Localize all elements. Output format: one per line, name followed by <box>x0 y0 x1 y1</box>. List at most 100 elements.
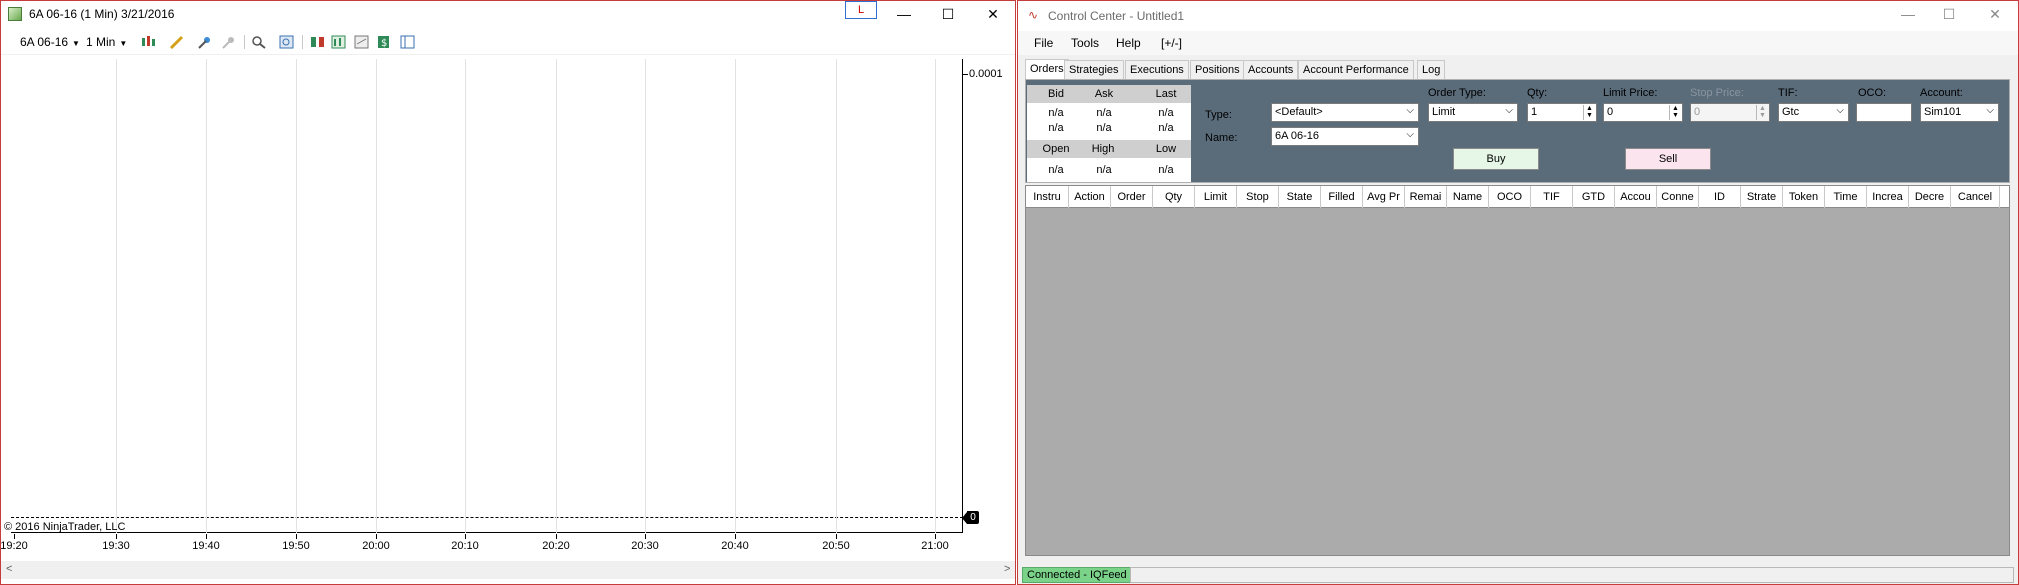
maximize-button[interactable]: ☐ <box>928 3 968 25</box>
tab-strategies[interactable]: Strategies <box>1064 60 1124 79</box>
account-select[interactable]: Sim101 ⌵ <box>1920 103 1999 122</box>
open-label: Open <box>1042 143 1070 155</box>
column-header[interactable]: Order <box>1111 186 1153 208</box>
bid-label: Bid <box>1048 88 1064 100</box>
column-header[interactable]: ID <box>1699 186 1741 208</box>
dollar-icon[interactable]: $ <box>376 34 392 50</box>
tab-account-performance[interactable]: Account Performance <box>1298 60 1414 79</box>
pin-icon[interactable] <box>197 34 213 50</box>
column-header[interactable]: Stop <box>1237 186 1279 208</box>
column-header[interactable]: Decre <box>1909 186 1951 208</box>
column-header[interactable]: GTD <box>1573 186 1615 208</box>
vertical-gridline <box>645 59 646 533</box>
column-header[interactable]: Time <box>1825 186 1867 208</box>
sell-button[interactable]: Sell <box>1625 148 1711 170</box>
pin-disabled-icon[interactable] <box>221 34 237 50</box>
chart-style-icon[interactable] <box>141 34 157 50</box>
oco-input[interactable] <box>1856 103 1912 122</box>
x-axis-tick <box>645 534 646 539</box>
tab-orders[interactable]: Orders <box>1025 59 1069 80</box>
control-center-title: Control Center - Untitled1 <box>1048 9 1185 23</box>
instrument-selector[interactable]: 6A 06-16 ▼ <box>20 35 80 49</box>
column-header[interactable]: State <box>1279 186 1321 208</box>
column-header[interactable]: Qty <box>1153 186 1195 208</box>
chart-app-icon <box>8 7 22 21</box>
bid-value: n/a <box>1048 107 1064 119</box>
column-header[interactable]: Action <box>1069 186 1111 208</box>
limit-price-spinner[interactable]: 0 ▲ ▼ <box>1603 103 1683 122</box>
chart-horizontal-scrollbar[interactable]: < > <box>1 561 1015 579</box>
spinner-arrows-icon[interactable]: ▲ ▼ <box>1583 105 1595 120</box>
x-axis-tick-label: 21:00 <box>921 540 949 552</box>
scroll-right-icon[interactable]: > <box>1004 563 1010 575</box>
column-header[interactable]: Conne <box>1657 186 1699 208</box>
link-button[interactable]: L <box>845 1 877 19</box>
column-header[interactable]: Token <box>1783 186 1825 208</box>
order-type-value: Limit <box>1432 106 1456 118</box>
x-axis-tick <box>465 534 466 539</box>
type-select[interactable]: <Default> ⌵ <box>1271 103 1419 122</box>
chart-window-title: 6A 06-16 (1 Min) 3/21/2016 <box>29 7 175 21</box>
zoom-icon[interactable] <box>251 34 267 50</box>
tif-select[interactable]: Gtc ⌵ <box>1778 103 1849 122</box>
search-icon[interactable] <box>279 34 295 50</box>
minimize-button[interactable]: — <box>1888 3 1928 25</box>
column-header[interactable]: Cancel <box>1951 186 2000 208</box>
tab-executions[interactable]: Executions <box>1125 60 1189 79</box>
strategies-icon[interactable] <box>310 34 326 50</box>
menu-help[interactable]: Help <box>1116 36 1141 50</box>
column-header[interactable]: OCO <box>1489 186 1531 208</box>
column-header[interactable]: Limit <box>1195 186 1237 208</box>
indicators-icon[interactable] <box>331 34 347 50</box>
oco-label: OCO: <box>1858 87 1887 99</box>
high-label: High <box>1091 143 1115 155</box>
column-header[interactable]: Remai <box>1405 186 1447 208</box>
menu-file[interactable]: File <box>1034 36 1053 50</box>
close-button[interactable]: ✕ <box>973 3 1013 25</box>
drawing-tool-icon[interactable] <box>169 34 185 50</box>
instrument-label: 6A 06-16 <box>20 35 69 49</box>
order-type-select[interactable]: Limit ⌵ <box>1428 103 1518 122</box>
menu-toggle[interactable]: [+/-] <box>1161 36 1182 50</box>
column-header[interactable]: Increa <box>1867 186 1909 208</box>
tab-positions[interactable]: Positions <box>1190 60 1245 79</box>
order-entry-panel: Bid Ask Last n/a n/a n/a n/a n/a n/a Ope… <box>1025 79 2010 183</box>
menu-bar: File Tools Help [+/-] <box>1018 31 2018 55</box>
column-header[interactable]: Accou <box>1615 186 1657 208</box>
column-header[interactable]: Avg Pr <box>1363 186 1405 208</box>
chart-window: 6A 06-16 (1 Min) 3/21/2016 L — ☐ ✕ 6A 06… <box>0 0 1016 585</box>
x-axis-tick <box>935 534 936 539</box>
buy-button[interactable]: Buy <box>1453 148 1539 170</box>
column-header[interactable]: Strate <box>1741 186 1783 208</box>
control-center-title-bar[interactable]: ∿ Control Center - Untitled1 — ☐ ✕ <box>1018 1 2018 31</box>
column-header[interactable]: Instru <box>1026 186 1069 208</box>
x-axis-tick-label: 20:00 <box>362 540 390 552</box>
chart-title-bar[interactable]: 6A 06-16 (1 Min) 3/21/2016 L — ☐ ✕ <box>1 1 1015 27</box>
minimize-button[interactable]: — <box>884 3 924 25</box>
maximize-button[interactable]: ☐ <box>1929 3 1969 25</box>
name-select[interactable]: 6A 06-16 ⌵ <box>1271 127 1419 146</box>
menu-tools[interactable]: Tools <box>1071 36 1099 50</box>
low-label: Low <box>1155 143 1177 155</box>
x-axis-tick-label: 19:30 <box>102 540 130 552</box>
tab-log[interactable]: Log <box>1417 60 1446 79</box>
spinner-arrows-icon[interactable]: ▲ ▼ <box>1669 105 1681 120</box>
interval-selector[interactable]: 1 Min ▼ <box>86 35 127 49</box>
column-header[interactable]: TIF <box>1531 186 1573 208</box>
orders-grid[interactable]: Instru Action Order Qty Limit Stop State Filled… <box>1025 185 2010 556</box>
column-header[interactable]: Name <box>1447 186 1489 208</box>
data-box-icon[interactable] <box>354 34 370 50</box>
last-label: Last <box>1155 88 1177 100</box>
open-value: n/a <box>1048 164 1064 176</box>
close-button[interactable]: ✕ <box>1975 3 2015 25</box>
qty-spinner[interactable]: 1 ▲ ▼ <box>1527 103 1597 122</box>
chevron-down-icon: ⌵ <box>1406 129 1414 140</box>
column-header[interactable]: Filled <box>1321 186 1363 208</box>
x-axis-tick-label: 19:40 <box>192 540 220 552</box>
stop-price-spinner: 0 ▲ ▼ <box>1690 103 1770 122</box>
scroll-left-icon[interactable]: < <box>6 563 12 575</box>
chart-toolbar: 6A 06-16 ▼ 1 Min ▼ $ <box>1 29 1015 55</box>
properties-icon[interactable] <box>400 34 416 50</box>
chart-plot-area[interactable] <box>11 59 963 533</box>
tab-accounts[interactable]: Accounts <box>1243 60 1299 79</box>
